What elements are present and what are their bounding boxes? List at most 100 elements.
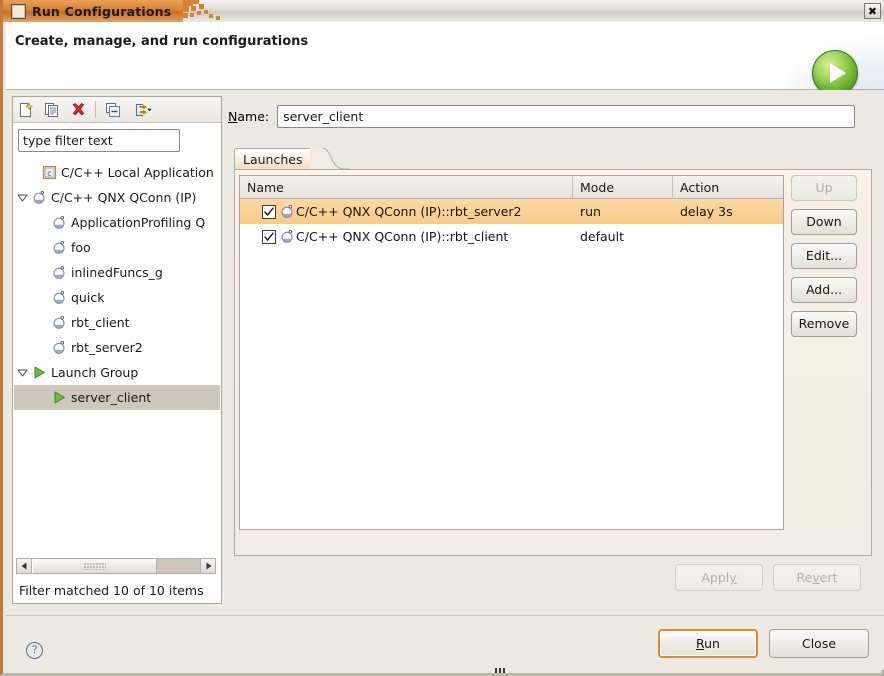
page-title: Create, manage, and run configurations [15,34,309,49]
column-header-mode[interactable]: Mode [573,176,673,198]
up-button[interactable]: Up [791,175,857,201]
run-configurations-dialog: Run Configurations ✖ Create, manage, and… [0,0,884,676]
apply-button[interactable]: Apply [675,564,763,591]
scrollbar-track[interactable] [157,559,200,573]
filter-launch-configurations-icon[interactable] [126,98,160,122]
run-label-post: un [704,636,720,651]
titlebar-decoration-pixel [191,6,196,11]
dialog-header: Create, manage, and run configurations [6,22,884,96]
titlebar-decoration-pixel [199,4,204,9]
dialog-body: c C/C++ Local Application C/C++ QNX QConn … [6,90,884,615]
apply-label-mnemonic: y [729,570,737,585]
launch-action-cell [673,224,782,249]
tree-item-label: C/C++ QNX QConn (IP) [51,190,197,205]
tree-item-c-c-qnx-qconn-ip[interactable]: C/C++ QNX QConn (IP) [14,185,220,210]
tree-item-label: Launch Group [51,365,139,380]
apply-label-pre: Appl [701,570,730,585]
run-label-mnemonic: R [696,636,705,651]
dialog-footer: ? Run Close [6,615,884,670]
qnx-qconn-icon [50,265,68,281]
close-icon: ✖ [867,4,878,18]
window-resize-grip[interactable] [495,668,509,673]
column-header-name[interactable]: Name [240,176,573,198]
launch-name-cell: C/C++ QNX QConn (IP)::rbt_client [240,224,573,249]
titlebar-decoration-pixel [183,6,189,12]
tab-strip: Launches [234,148,872,170]
launch-name-label: C/C++ QNX QConn (IP)::rbt_server2 [296,204,522,219]
twisty-spacer [14,335,30,360]
tree-item-inlinedfuncs-g[interactable]: inlinedFuncs_g [14,260,220,285]
delete-launch-configuration-icon[interactable] [65,98,91,122]
qnx-qconn-icon [50,290,68,306]
launch-configuration-tree[interactable]: c C/C++ Local Application C/C++ QNX QConn … [14,160,220,564]
table-action-buttons: Up Down Edit... Add... Remove [791,175,863,345]
titlebar-decoration-pixel [204,10,208,14]
table-row[interactable]: C/C++ QNX QConn (IP)::rbt_client default [240,224,783,249]
twisty-spacer [14,160,30,185]
launch-name-label: C/C++ QNX QConn (IP)::rbt_client [296,229,509,244]
twisty-spacer [14,210,30,235]
twisty-expanded-icon[interactable] [14,360,30,385]
window-title: Run Configurations [32,3,172,19]
twisty-expanded-icon[interactable] [14,185,30,210]
search-input[interactable] [18,129,180,152]
help-icon[interactable]: ? [26,642,43,659]
new-launch-configuration-icon[interactable] [13,98,39,122]
window-titlebar[interactable]: Run Configurations ✖ [3,0,884,22]
launches-table[interactable]: Name Mode Action C/C++ QNX QConn (IP)::r… [239,175,784,530]
launch-action-cell: delay 3s [680,204,733,219]
name-label-post: ame: [237,108,270,124]
window-close-button[interactable]: ✖ [864,3,881,19]
tree-item-launch-group[interactable]: Launch Group [14,360,220,385]
tab-trailing-curve [310,148,350,170]
launch-group-icon [30,365,48,381]
qnx-qconn-icon [279,229,296,245]
edit-button[interactable]: Edit... [791,243,857,269]
launch-enabled-checkbox[interactable] [262,229,276,244]
twisty-spacer [14,310,30,335]
scroll-right-icon[interactable] [200,559,215,573]
tree-item-quick[interactable]: quick [14,285,220,310]
tree-item-label: server_client [71,390,152,405]
tree-item-applicationprofiling-q[interactable]: ApplicationProfiling Q [14,210,220,235]
run-button[interactable]: Run [658,629,758,658]
column-header-action[interactable]: Action [673,176,782,198]
toolbar-separator [95,101,96,118]
twisty-spacer [14,235,30,260]
tab-launches-label: Launches [243,152,303,167]
table-row[interactable]: C/C++ QNX QConn (IP)::rbt_server2 run dela… [240,199,783,224]
window-icon [11,3,26,19]
table-header-row: Name Mode Action [240,176,783,199]
remove-button[interactable]: Remove [791,311,857,337]
close-button-label: Close [801,636,837,651]
down-button[interactable]: Down [791,209,857,235]
launch-config-toolbar [13,97,221,123]
close-button[interactable]: Close [769,629,869,658]
twisty-spacer [14,385,30,410]
svg-text:c: c [47,169,51,178]
revert-label-mnemonic: v [812,570,820,585]
scroll-left-icon[interactable] [17,559,32,573]
tree-item-label: quick [71,290,105,305]
tree-item-label: ApplicationProfiling Q [71,215,206,230]
filter-field-wrapper [18,129,180,152]
name-label-mnemonic: N [228,108,238,124]
tree-item-rbt-server2[interactable]: rbt_server2 [14,335,220,360]
tab-folder: Launches Name Mode Action C/C++ QNX QCon… [234,148,872,556]
tree-item-c-c-local-application[interactable]: c C/C++ Local Application [14,160,220,185]
tab-launches[interactable]: Launches [234,148,314,170]
add-button[interactable]: Add... [791,277,857,303]
tree-item-rbt-client[interactable]: rbt_client [14,310,220,335]
launch-mode-cell: run [580,204,601,219]
qnx-qconn-icon [50,340,68,356]
revert-button[interactable]: Revert [773,564,861,591]
tree-item-server-client[interactable]: server_client [14,385,220,410]
tree-item-foo[interactable]: foo [14,235,220,260]
duplicate-launch-configuration-icon[interactable] [39,98,65,122]
tree-horizontal-scrollbar[interactable] [16,558,216,574]
scrollbar-thumb[interactable] [32,559,157,573]
name-field[interactable] [277,104,856,128]
launch-enabled-checkbox[interactable] [262,204,276,219]
tab-content-launches: Name Mode Action C/C++ QNX QConn (IP)::r… [234,169,872,556]
collapse-all-icon[interactable] [100,98,126,122]
